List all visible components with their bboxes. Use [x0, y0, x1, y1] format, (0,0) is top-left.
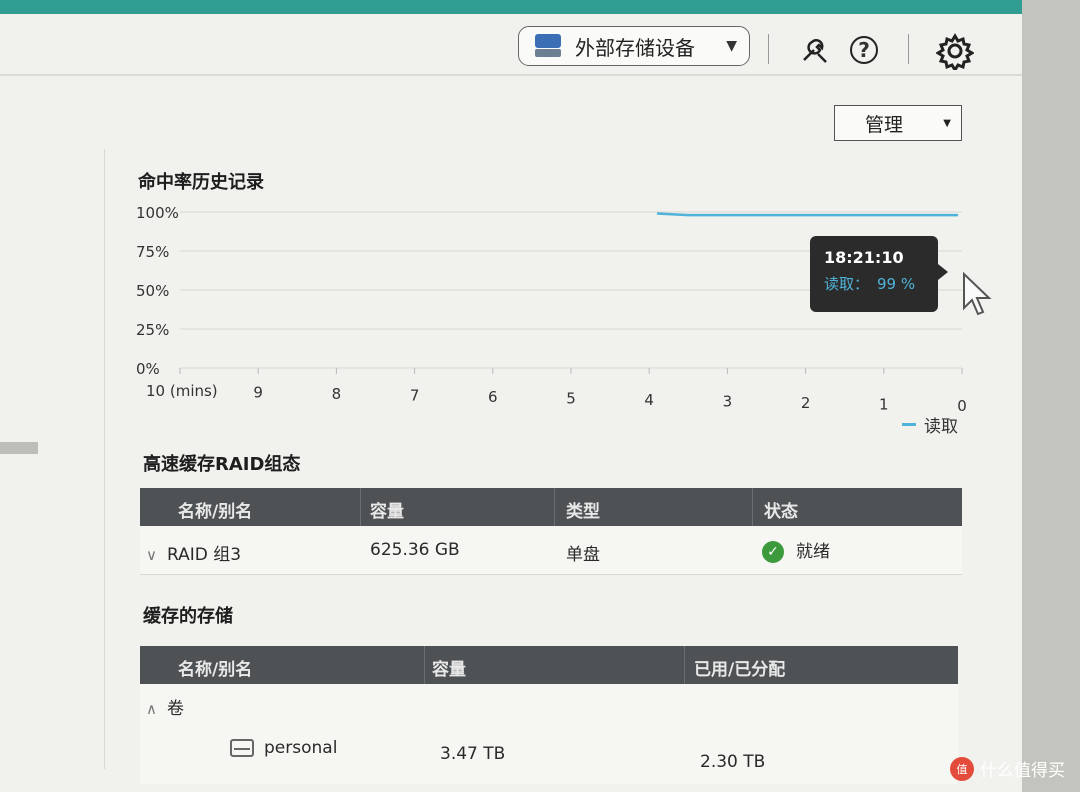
- chart-legend[interactable]: 读取: [902, 412, 958, 437]
- watermark-logo: 值: [950, 756, 974, 781]
- chart-tooltip: 18:21:10 读取： 99 %: [810, 236, 948, 312]
- chevron-up-icon[interactable]: ∧: [146, 700, 157, 718]
- y-tick-label: 100%: [136, 204, 179, 222]
- raid-name: RAID 组3: [166, 545, 242, 565]
- manage-dropdown-button[interactable]: 管理 ▼: [834, 105, 962, 141]
- ssd-drive-icon: [535, 34, 561, 58]
- x-tick-label: 5: [566, 390, 576, 408]
- tooltip-label: 读取：: [824, 275, 870, 293]
- chevron-down-icon: ▼: [943, 117, 951, 129]
- cached-storage-table: 名称/别名 容量 已用/已分配 ∧ 卷 personal 3.47 TB 2.30…: [140, 646, 958, 784]
- col-capacity[interactable]: 容量: [370, 497, 404, 522]
- col-status[interactable]: 状态: [764, 497, 798, 522]
- watermark-text: 什么值得买: [980, 761, 1065, 781]
- mouse-pointer-icon: [963, 272, 992, 316]
- x-tick-label: 3: [723, 393, 733, 411]
- volume-capacity: 3.47 TB: [440, 744, 506, 764]
- header-divider: [908, 34, 909, 64]
- volume-icon: [230, 739, 254, 757]
- x-tick-label: 10 (mins): [146, 382, 218, 400]
- raid-type: 单盘: [566, 545, 600, 565]
- help-icon[interactable]: ?: [850, 36, 878, 64]
- gear-icon[interactable]: [935, 32, 975, 75]
- raid-section-title: 高速缓存RAID组态: [143, 454, 301, 475]
- device-selector-label: 外部存储设备: [575, 35, 695, 60]
- y-tick-label: 25%: [136, 321, 169, 339]
- col-capacity[interactable]: 容量: [432, 655, 466, 680]
- volume-used: 2.30 TB: [700, 752, 766, 772]
- header-divider: [768, 34, 769, 64]
- volume-name: personal: [264, 738, 338, 758]
- chevron-down-icon[interactable]: ∨: [146, 546, 157, 564]
- raid-table: 名称/别名 容量 类型 状态 ∨ RAID 组3 625.36 GB 单盘 ✓ 就绪: [140, 488, 962, 575]
- table-row[interactable]: ∨ RAID 组3 625.36 GB 单盘 ✓ 就绪: [140, 526, 962, 575]
- monitor-bezel: [1022, 0, 1080, 792]
- volume-group-label: 卷: [166, 699, 184, 719]
- storage-table-header: 名称/别名 容量 已用/已分配: [140, 646, 958, 684]
- x-tick-label: 8: [332, 385, 342, 403]
- x-tick-label: 6: [488, 388, 498, 406]
- col-name[interactable]: 名称/别名: [178, 497, 252, 522]
- tooltip-value: 99 %: [877, 275, 916, 293]
- check-circle-icon: ✓: [762, 541, 784, 563]
- left-panel-border: [104, 149, 105, 769]
- raid-table-header: 名称/别名 容量 类型 状态: [140, 488, 962, 526]
- chevron-down-icon: ▼: [726, 38, 737, 54]
- y-tick-label: 0%: [136, 360, 160, 378]
- col-used-allocated[interactable]: 已用/已分配: [694, 655, 785, 680]
- cached-storage-title: 缓存的存储: [143, 606, 233, 627]
- volume-group-row[interactable]: ∧ 卷: [140, 684, 958, 724]
- external-storage-selector[interactable]: 外部存储设备 ▼: [518, 26, 750, 66]
- tooltip-time: 18:21:10: [824, 248, 904, 267]
- legend-label-read: 读取: [924, 417, 958, 437]
- tools-icon[interactable]: [798, 34, 830, 71]
- table-row[interactable]: personal 3.47 TB 2.30 TB: [140, 724, 958, 784]
- y-tick-label: 50%: [136, 282, 169, 300]
- header-divider-line: [0, 74, 1022, 76]
- y-tick-label: 75%: [136, 243, 169, 261]
- raid-status-cell: ✓ 就绪: [762, 537, 830, 563]
- x-tick-label: 7: [410, 387, 420, 405]
- raid-status: 就绪: [796, 542, 830, 562]
- raid-capacity: 625.36 GB: [370, 540, 460, 560]
- x-tick-label: 4: [644, 391, 654, 409]
- left-panel-scroll-thumb[interactable]: [0, 442, 38, 454]
- x-tick-label: 1: [879, 396, 889, 414]
- volume-group-cell: ∧ 卷: [146, 694, 184, 719]
- x-tick-label: 2: [801, 394, 811, 412]
- series-line-read[interactable]: [656, 212, 959, 217]
- raid-name-cell: ∨ RAID 组3: [146, 540, 241, 565]
- manage-label: 管理: [865, 113, 904, 136]
- app-top-bar: [0, 0, 1080, 14]
- x-tick-label: 0: [957, 397, 967, 415]
- watermark: 值 什么值得买: [950, 756, 1065, 781]
- col-name[interactable]: 名称/别名: [178, 655, 252, 680]
- legend-swatch: [902, 423, 916, 426]
- tooltip-read-line: 读取： 99 %: [824, 273, 938, 294]
- x-tick-label: 9: [253, 384, 263, 402]
- col-type[interactable]: 类型: [566, 497, 600, 522]
- volume-name-cell: personal: [230, 738, 337, 758]
